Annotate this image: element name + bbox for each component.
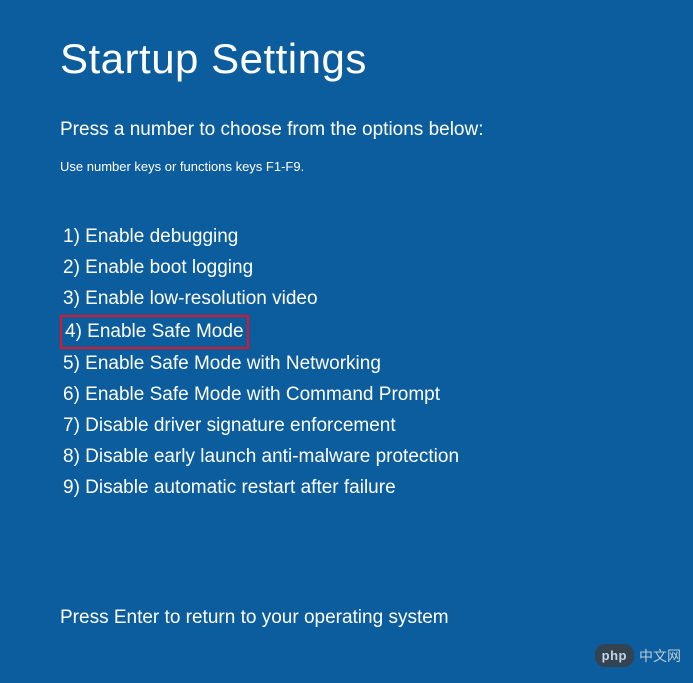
option-enable-low-resolution-video[interactable]: 3) Enable low-resolution video — [60, 284, 321, 314]
watermark-text: 中文网 — [639, 646, 681, 666]
instruction-text: Press a number to choose from the option… — [60, 119, 693, 141]
option-disable-driver-signature[interactable]: 7) Disable driver signature enforcement — [60, 411, 399, 441]
option-disable-automatic-restart[interactable]: 9) Disable automatic restart after failu… — [60, 473, 399, 503]
startup-options-list: 1) Enable debugging 2) Enable boot loggi… — [60, 222, 693, 504]
footer-instruction: Press Enter to return to your operating … — [60, 607, 449, 629]
watermark: php 中文网 — [595, 644, 681, 667]
option-enable-safe-mode-command-prompt[interactable]: 6) Enable Safe Mode with Command Prompt — [60, 380, 443, 410]
hint-text: Use number keys or functions keys F1-F9. — [60, 159, 693, 174]
page-title: Startup Settings — [60, 35, 693, 83]
option-enable-safe-mode[interactable]: 4) Enable Safe Mode — [60, 315, 249, 349]
watermark-logo: php — [595, 644, 634, 667]
option-enable-debugging[interactable]: 1) Enable debugging — [60, 222, 241, 252]
option-disable-early-launch-antimalware[interactable]: 8) Disable early launch anti-malware pro… — [60, 442, 462, 472]
option-enable-safe-mode-networking[interactable]: 5) Enable Safe Mode with Networking — [60, 349, 384, 379]
option-enable-boot-logging[interactable]: 2) Enable boot logging — [60, 253, 256, 283]
